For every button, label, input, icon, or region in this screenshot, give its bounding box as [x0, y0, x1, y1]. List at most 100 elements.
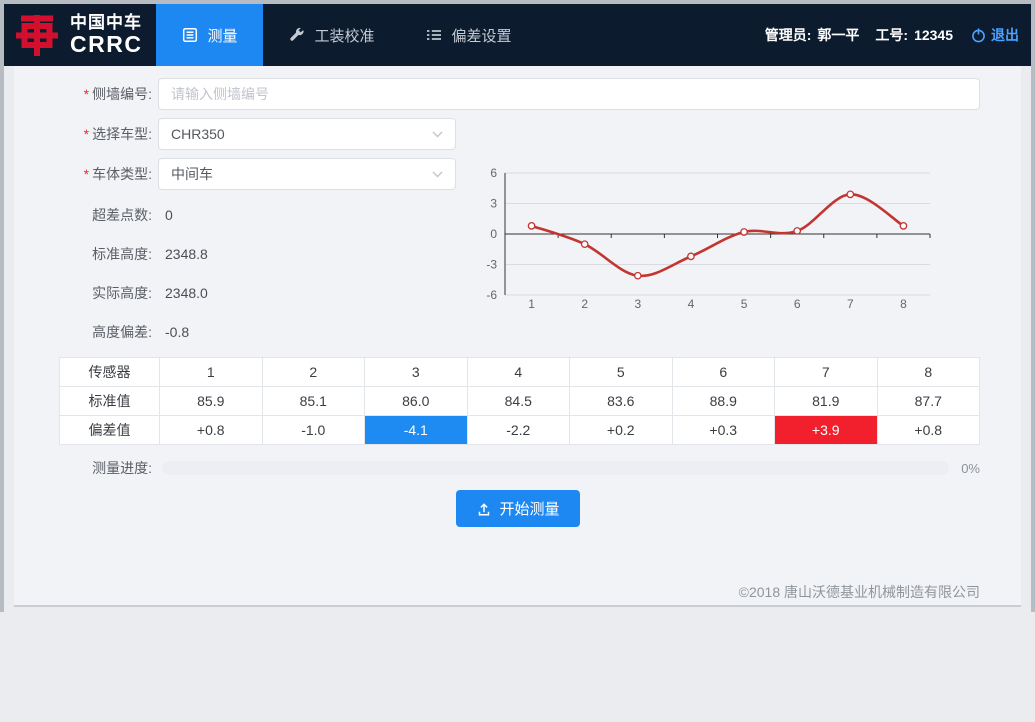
- stat-label: 超差点数:: [34, 205, 152, 225]
- table-row: 偏差值 +0.8 -1.0 -4.1 -2.2 +0.2 +0.3 +3.9 +…: [60, 416, 980, 445]
- out-of-tolerance-row: 超差点数: 0: [34, 205, 173, 225]
- chevron-down-icon: [432, 131, 443, 138]
- standard-height-row: 标准高度: 2348.8: [34, 244, 208, 264]
- table-cell: +0.3: [672, 416, 775, 445]
- deviation-chart: 6 3 0 -3 -6 1 2 3 4 5 6 7 8: [448, 164, 993, 322]
- sidewall-label: *侧墙编号:: [34, 84, 152, 104]
- model-row: *选择车型: CHR350: [34, 118, 456, 150]
- body-type-label: *车体类型:: [34, 164, 152, 184]
- progress-percent: 0%: [961, 461, 980, 476]
- tab-tooling-calibration[interactable]: 工装校准: [263, 4, 400, 66]
- list-icon: [426, 27, 442, 43]
- table-cell: 1: [160, 358, 263, 387]
- user-name: 郭一平: [817, 25, 859, 45]
- actual-height-value: 2348.0: [165, 285, 208, 301]
- wrench-icon: [289, 27, 305, 43]
- svg-text:4: 4: [688, 297, 695, 311]
- svg-text:7: 7: [847, 297, 854, 311]
- model-select[interactable]: CHR350: [158, 118, 456, 150]
- table-cell: 86.0: [365, 387, 468, 416]
- logout-button[interactable]: 退出: [971, 25, 1019, 45]
- table-cell: 87.7: [877, 387, 980, 416]
- header: 中国中车 CRRC 测量 工装校准: [4, 4, 1031, 66]
- stat-label: 标准高度:: [34, 244, 152, 264]
- table-cell: 4: [467, 358, 570, 387]
- stat-label: 高度偏差:: [34, 322, 152, 342]
- svg-text:6: 6: [794, 297, 801, 311]
- body-type-select-value: 中间车: [171, 164, 213, 184]
- table-cell: 6: [672, 358, 775, 387]
- table-cell: 83.6: [570, 387, 673, 416]
- height-deviation-value: -0.8: [165, 324, 189, 340]
- table-cell: +0.2: [570, 416, 673, 445]
- svg-text:8: 8: [900, 297, 907, 311]
- svg-text:2: 2: [581, 297, 588, 311]
- table-row-label: 标准值: [60, 387, 160, 416]
- table-cell: 81.9: [775, 387, 878, 416]
- svg-text:1: 1: [528, 297, 535, 311]
- table-cell: 2: [262, 358, 365, 387]
- logo-text-en: CRRC: [70, 32, 142, 56]
- required-asterisk: *: [84, 86, 89, 102]
- table-row: 标准值 85.9 85.1 86.0 84.5 83.6 88.9 81.9 8…: [60, 387, 980, 416]
- svg-text:-3: -3: [486, 258, 497, 272]
- sidewall-input[interactable]: [158, 78, 980, 110]
- model-label: *选择车型:: [34, 124, 152, 144]
- tab-label: 工装校准: [314, 25, 374, 46]
- user-role-label: 管理员:: [765, 25, 812, 45]
- employee-id-label: 工号:: [875, 25, 908, 45]
- table-cell: 84.5: [467, 387, 570, 416]
- svg-text:5: 5: [741, 297, 748, 311]
- measure-progress-row: 测量进度: 0%: [34, 458, 980, 478]
- table-cell: 7: [775, 358, 878, 387]
- table-cell: 88.9: [672, 387, 775, 416]
- power-icon: [971, 27, 986, 43]
- required-asterisk: *: [84, 126, 89, 142]
- body-type-select[interactable]: 中间车: [158, 158, 456, 190]
- body-type-row: *车体类型: 中间车: [34, 158, 456, 190]
- progress-bar-track: [162, 461, 949, 475]
- sidewall-row: *侧墙编号:: [34, 78, 980, 110]
- copyright-text: ©2018 唐山沃德基业机械制造有限公司: [739, 582, 980, 602]
- svg-text:3: 3: [634, 297, 641, 311]
- document-icon: [182, 27, 198, 43]
- table-cell: 5: [570, 358, 673, 387]
- table-row-label: 偏差值: [60, 416, 160, 445]
- svg-text:6: 6: [490, 166, 497, 180]
- user-info: 管理员: 郭一平 工号: 12345 退出: [765, 4, 1031, 66]
- height-deviation-row: 高度偏差: -0.8: [34, 322, 189, 342]
- tab-label: 偏差设置: [451, 25, 511, 46]
- employee-id: 12345: [914, 27, 953, 43]
- upload-icon: [475, 501, 491, 517]
- required-asterisk: *: [84, 166, 89, 182]
- table-row-label: 传感器: [60, 358, 160, 387]
- svg-text:3: 3: [490, 197, 497, 211]
- table-cell: -2.2: [467, 416, 570, 445]
- start-measure-button[interactable]: 开始测量: [455, 490, 579, 527]
- model-select-value: CHR350: [171, 126, 225, 142]
- table-cell: 8: [877, 358, 980, 387]
- table-cell: 3: [365, 358, 468, 387]
- tab-label: 测量: [207, 25, 237, 46]
- sensor-table: 传感器 1 2 3 4 5 6 7 8 标准值 85.9 85.1 86.0 8…: [59, 357, 980, 445]
- svg-text:0: 0: [490, 227, 497, 241]
- crrc-logo: 中国中车 CRRC: [4, 4, 156, 66]
- progress-label: 测量进度:: [34, 458, 152, 478]
- out-of-tolerance-value: 0: [165, 207, 173, 223]
- table-cell-highlight-red: +3.9: [775, 416, 878, 445]
- logout-label: 退出: [991, 25, 1019, 45]
- crrc-emblem-icon: [14, 12, 60, 58]
- svg-text:-6: -6: [486, 288, 497, 302]
- tab-deviation-settings[interactable]: 偏差设置: [400, 4, 537, 66]
- measure-panel: *侧墙编号: *选择车型: CHR350 *车体类型: 中间车 超差点数: 0 …: [14, 66, 1021, 607]
- chevron-down-icon: [432, 171, 443, 178]
- tab-measure[interactable]: 测量: [156, 4, 263, 66]
- table-cell: -1.0: [262, 416, 365, 445]
- table-cell-highlight-blue: -4.1: [365, 416, 468, 445]
- actual-height-row: 实际高度: 2348.0: [34, 283, 208, 303]
- table-cell: +0.8: [160, 416, 263, 445]
- stat-label: 实际高度:: [34, 283, 152, 303]
- main-nav: 测量 工装校准 偏差设置: [156, 4, 537, 66]
- logo-text-cn: 中国中车: [70, 14, 142, 32]
- table-cell: 85.9: [160, 387, 263, 416]
